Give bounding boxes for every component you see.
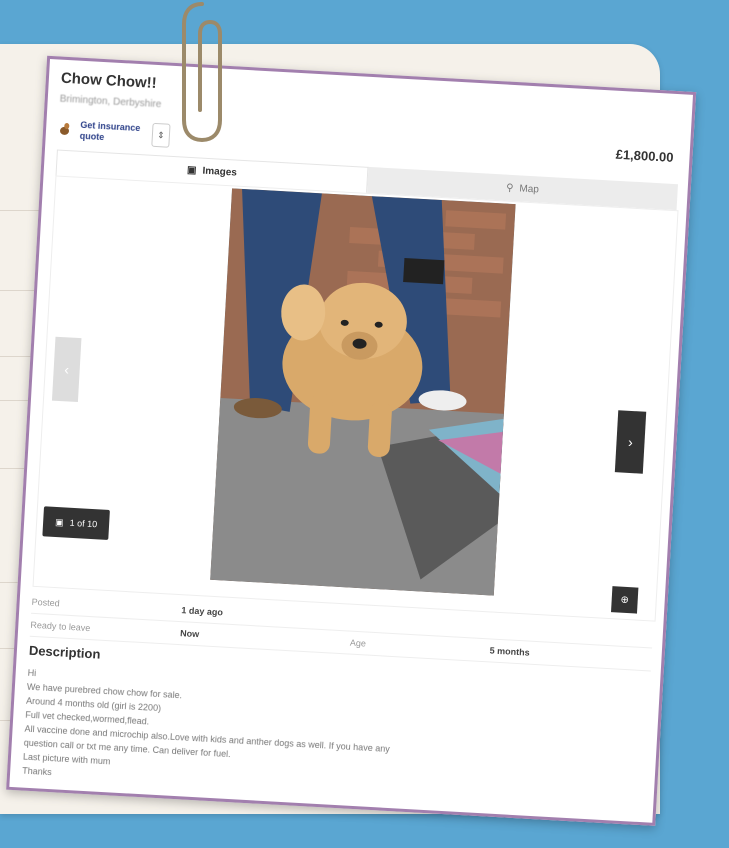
image-gallery: ‹ › ▣ 1 of 10 ⊕ — [32, 175, 679, 622]
ready-value: Now — [179, 628, 200, 640]
dog-photo-illustration — [210, 188, 516, 596]
expand-toggle-button[interactable]: ⇕ — [151, 122, 171, 148]
paperclip-icon — [182, 2, 222, 143]
camera-icon: ▣ — [186, 164, 197, 177]
zoom-button[interactable]: ⊕ — [611, 586, 639, 614]
map-pin-icon: ⚲ — [505, 182, 514, 194]
previous-image-button[interactable]: ‹ — [51, 336, 82, 403]
description-text: Hi We have purebred chow chow for sale. … — [22, 666, 649, 813]
dog-photo[interactable] — [210, 188, 516, 596]
insurance-quote-link[interactable]: Get insurance quote — [79, 120, 144, 146]
listing-title: Chow Chow!! — [60, 69, 158, 92]
tab-map-label: Map — [519, 182, 540, 195]
tab-images-label: Images — [202, 165, 238, 179]
zoom-icon: ⊕ — [620, 594, 630, 606]
next-image-button[interactable]: › — [614, 410, 647, 474]
image-counter: ▣ 1 of 10 — [42, 506, 110, 540]
posted-label: Posted — [31, 596, 60, 609]
camera-icon: ▣ — [54, 516, 64, 527]
listing-location: Brimington, Derbyshire — [59, 93, 162, 111]
listing-card: Chow Chow!! Brimington, Derbyshire Get i… — [6, 55, 697, 826]
age-label: Age — [349, 637, 367, 649]
image-counter-text: 1 of 10 — [69, 517, 98, 530]
dog-icon — [58, 123, 73, 138]
ready-label: Ready to leave — [30, 619, 91, 634]
posted-value: 1 day ago — [181, 605, 224, 618]
insurance-section: Get insurance quote ⇕ — [57, 118, 171, 148]
age-value: 5 months — [489, 645, 530, 658]
listing-details: Posted 1 day ago Ready to leave Now Age … — [22, 590, 654, 813]
listing-price: £1,800.00 — [615, 146, 674, 165]
